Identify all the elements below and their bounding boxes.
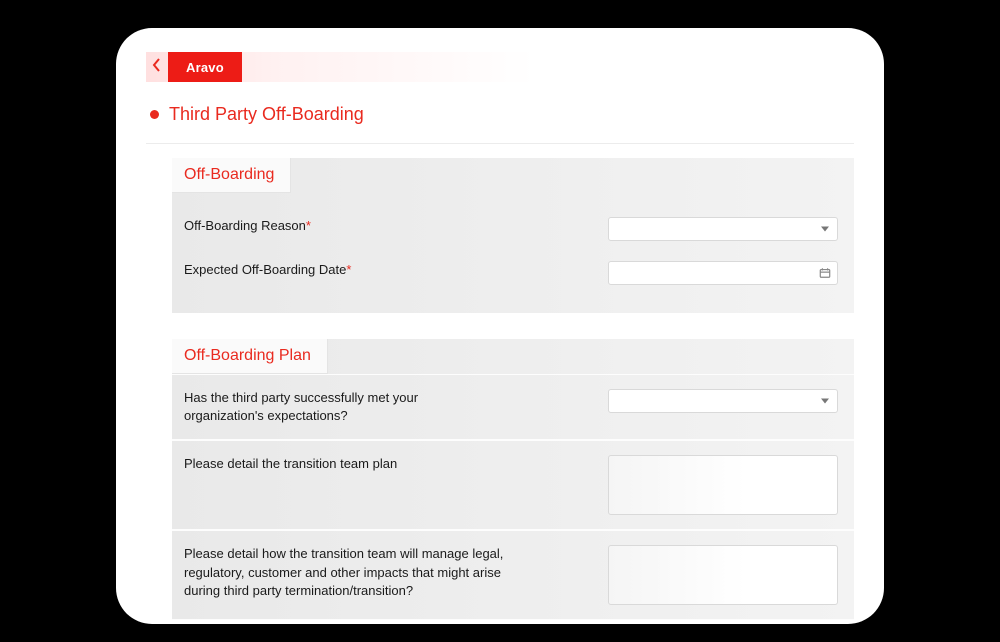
control-wrap-transition bbox=[544, 455, 838, 515]
section-plan-body: Has the third party successfully met you… bbox=[172, 374, 854, 620]
tablet-frame: Aravo Third Party Off-Boarding Off-Board… bbox=[116, 28, 884, 624]
back-button[interactable] bbox=[146, 52, 168, 82]
app-root: Aravo Third Party Off-Boarding Off-Board… bbox=[146, 52, 854, 624]
label-plan-expectations: Has the third party successfully met you… bbox=[184, 389, 484, 425]
app-header: Aravo bbox=[146, 52, 854, 82]
brand-tab[interactable]: Aravo bbox=[168, 52, 242, 82]
section-offboarding: Off-Boarding Off-Boarding Reason* Expect… bbox=[172, 158, 854, 313]
row-plan-transition: Please detail the transition team plan bbox=[172, 440, 854, 530]
label-plan-impacts: Please detail how the transition team wi… bbox=[184, 545, 524, 600]
textarea-plan-transition[interactable] bbox=[608, 455, 838, 515]
select-plan-expectations[interactable] bbox=[608, 389, 838, 413]
page-title: Third Party Off-Boarding bbox=[169, 104, 364, 125]
calendar-icon bbox=[819, 267, 831, 279]
bullet-icon bbox=[150, 110, 159, 119]
row-plan-expectations: Has the third party successfully met you… bbox=[172, 374, 854, 440]
row-plan-impacts: Please detail how the transition team wi… bbox=[172, 530, 854, 620]
textarea-plan-impacts[interactable] bbox=[608, 545, 838, 605]
required-marker: * bbox=[346, 262, 351, 277]
control-wrap-impacts bbox=[544, 545, 838, 605]
label-offboarding-date: Expected Off-Boarding Date* bbox=[184, 261, 524, 279]
select-offboarding-reason[interactable] bbox=[608, 217, 838, 241]
required-marker: * bbox=[306, 218, 311, 233]
page-title-row: Third Party Off-Boarding bbox=[146, 82, 854, 144]
row-offboarding-reason: Off-Boarding Reason* bbox=[184, 207, 838, 251]
row-offboarding-date: Expected Off-Boarding Date* bbox=[184, 251, 838, 295]
section-plan: Off-Boarding Plan Has the third party su… bbox=[172, 339, 854, 620]
label-offboarding-reason: Off-Boarding Reason* bbox=[184, 217, 524, 235]
brand-label: Aravo bbox=[186, 60, 224, 75]
label-plan-transition: Please detail the transition team plan bbox=[184, 455, 524, 473]
input-offboarding-date[interactable] bbox=[608, 261, 838, 285]
chevron-left-icon bbox=[152, 58, 162, 77]
label-offboarding-reason-text: Off-Boarding Reason bbox=[184, 218, 306, 233]
control-wrap-date bbox=[544, 261, 838, 285]
section-offboarding-body: Off-Boarding Reason* Expected Off-Boardi… bbox=[172, 193, 854, 313]
section-offboarding-title: Off-Boarding bbox=[172, 158, 291, 193]
control-wrap-expectations bbox=[504, 389, 838, 413]
control-wrap-reason bbox=[544, 217, 838, 241]
section-plan-title: Off-Boarding Plan bbox=[172, 339, 328, 374]
content-area: Off-Boarding Off-Boarding Reason* Expect… bbox=[146, 158, 854, 620]
label-offboarding-date-text: Expected Off-Boarding Date bbox=[184, 262, 346, 277]
